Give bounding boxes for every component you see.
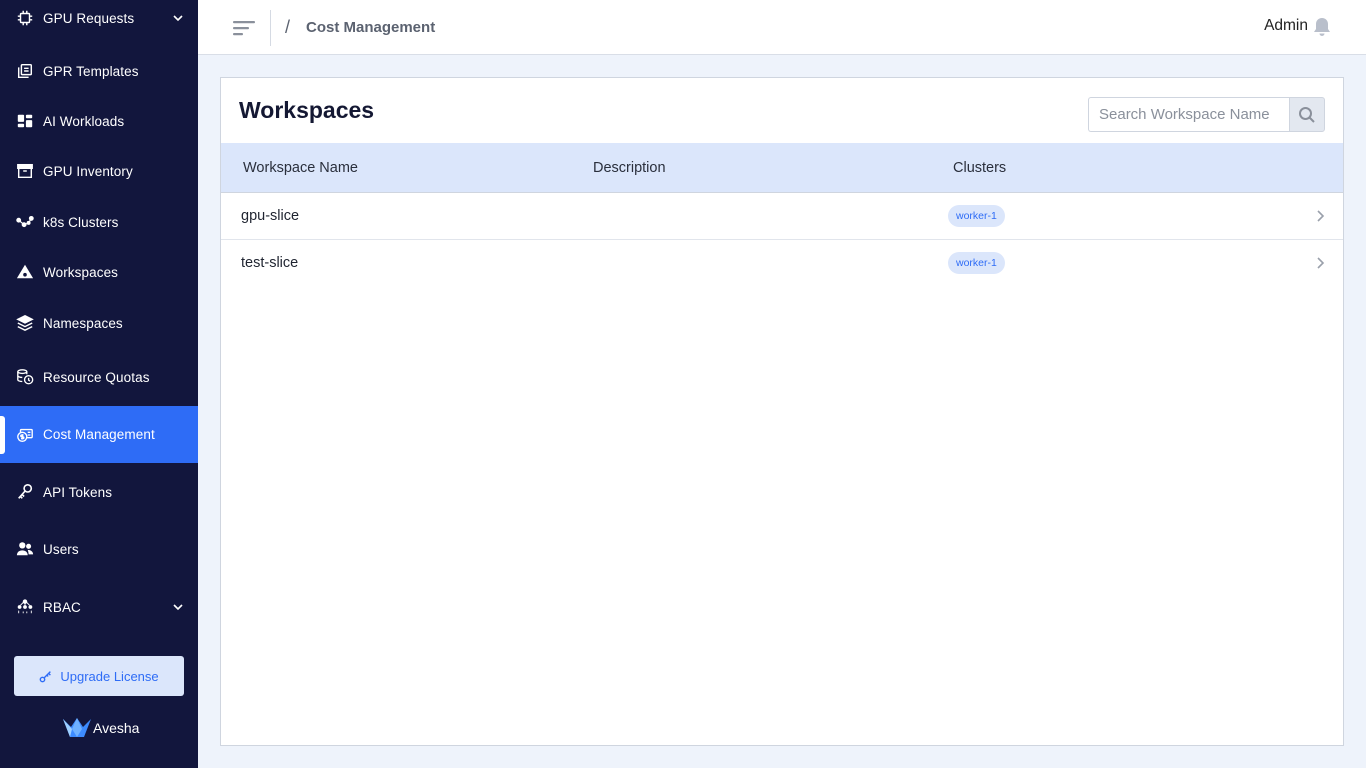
network-icon [15, 212, 35, 232]
sidebar-item-gpr-templates[interactable]: GPR Templates [0, 52, 198, 90]
chip-icon [15, 8, 35, 28]
search-input[interactable] [1088, 97, 1289, 132]
sidebar-item-users[interactable]: Users [0, 530, 198, 568]
sidebar-item-workspaces[interactable]: Workspaces [0, 253, 198, 291]
sidebar-item-label: GPU Inventory [43, 163, 133, 179]
money-icon [15, 425, 35, 445]
table-row[interactable]: test-slice worker-1 [221, 240, 1343, 287]
sidebar-item-k8s-clusters[interactable]: k8s Clusters [0, 203, 198, 241]
key-icon [15, 482, 35, 502]
copy-icon [15, 61, 35, 81]
column-header-description: Description [593, 160, 666, 176]
upgrade-license-label: Upgrade License [60, 668, 159, 684]
sidebar-item-ai-workloads[interactable]: AI Workloads [0, 102, 198, 140]
sidebar-item-namespaces[interactable]: Namespaces [0, 304, 198, 342]
breadcrumb-separator: / [285, 17, 291, 37]
sidebar-item-label: RBAC [43, 599, 81, 615]
column-header-workspace-name: Workspace Name [243, 160, 358, 176]
sidebar-item-label: Namespaces [43, 315, 123, 331]
top-header: / Cost Management Admin [198, 0, 1366, 55]
workspace-name: gpu-slice [241, 208, 300, 224]
chevron-down-icon[interactable] [172, 12, 184, 24]
layers-icon [15, 313, 35, 333]
table-header: Workspace Name Description Clusters [221, 143, 1343, 193]
breadcrumb: Cost Management [306, 19, 436, 36]
user-name[interactable]: Admin [1264, 17, 1308, 35]
pyramid-icon [15, 262, 35, 282]
dashboard-icon [15, 111, 35, 131]
workspace-name: test-slice [241, 255, 299, 271]
column-header-clusters: Clusters [953, 160, 1007, 176]
sidebar-item-label: Cost Management [43, 427, 155, 442]
sidebar-item-rbac[interactable]: RBAC [0, 588, 198, 626]
upgrade-license-button[interactable]: Upgrade License [14, 656, 184, 696]
page-title: Workspaces [239, 97, 375, 123]
org-icon [15, 597, 35, 617]
brand-logo: Avesha [62, 716, 139, 740]
sidebar-item-label: Resource Quotas [43, 369, 150, 385]
cluster-chip: worker-1 [948, 252, 1005, 274]
sidebar-item-resource-quotas[interactable]: Resource Quotas [0, 356, 198, 398]
chevron-down-icon[interactable] [172, 601, 184, 613]
users-icon [15, 539, 35, 559]
sidebar-item-gpu-requests[interactable]: GPU Requests [0, 0, 198, 36]
workspaces-card: Workspaces Workspace Name Description Cl… [220, 77, 1344, 746]
sidebar-item-label: GPU Requests [43, 10, 135, 26]
sidebar-item-api-tokens[interactable]: API Tokens [0, 473, 198, 511]
chevron-right-icon[interactable] [1315, 256, 1325, 270]
chevron-right-icon[interactable] [1315, 209, 1325, 223]
sidebar-item-gpu-inventory[interactable]: GPU Inventory [0, 152, 198, 190]
sidebar-item-label: GPR Templates [43, 63, 139, 79]
sidebar-item-label: Workspaces [43, 264, 119, 280]
coins-clock-icon [15, 367, 35, 387]
sidebar-item-label: API Tokens [43, 484, 113, 500]
sidebar-item-label: k8s Clusters [43, 214, 119, 230]
sidebar-item-cost-management[interactable]: Cost Management [0, 406, 198, 463]
key-icon [39, 671, 52, 683]
archive-icon [15, 161, 35, 181]
sidebar: GPU Requests GPR Templates AI Workloads … [0, 0, 198, 768]
bell-icon[interactable] [1313, 17, 1331, 37]
brand-name: Avesha [93, 720, 140, 736]
search-button[interactable] [1289, 97, 1325, 132]
sidebar-item-label: Users [43, 541, 79, 557]
menu-icon[interactable] [232, 18, 256, 38]
cluster-chip: worker-1 [948, 205, 1005, 227]
header-divider [270, 10, 271, 46]
search-icon [1299, 106, 1315, 123]
sidebar-item-label: AI Workloads [43, 113, 125, 129]
table-row[interactable]: gpu-slice worker-1 [221, 193, 1343, 240]
crown-logo-icon [63, 718, 91, 737]
